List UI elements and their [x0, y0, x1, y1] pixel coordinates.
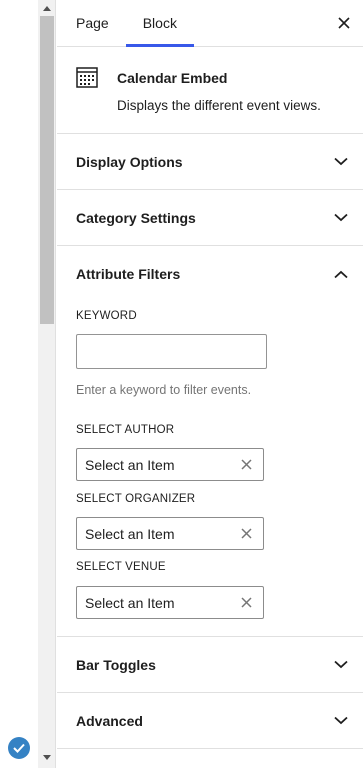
chevron-down-icon [333, 210, 349, 226]
venue-label: SELECT VENUE [76, 561, 166, 573]
organizer-select[interactable]: Select an Item [76, 517, 264, 550]
keyword-help-text: Enter a keyword to filter events. [76, 383, 252, 397]
clear-icon[interactable] [239, 458, 253, 472]
section-title: Category Settings [76, 209, 196, 226]
venue-select[interactable]: Select an Item [76, 586, 264, 619]
author-select[interactable]: Select an Item [76, 448, 264, 481]
tab-page[interactable]: Page [57, 0, 126, 46]
close-icon[interactable] [333, 12, 355, 34]
keyword-input[interactable] [76, 334, 267, 369]
calendar-icon [76, 66, 98, 93]
clear-icon[interactable] [239, 527, 253, 541]
chevron-up-icon [333, 266, 349, 282]
organizer-select-value: Select an Item [85, 525, 175, 542]
section-title: Attribute Filters [76, 266, 181, 282]
keyword-label: KEYWORD [76, 310, 137, 322]
organizer-label: SELECT ORGANIZER [76, 493, 196, 505]
section-title: Bar Toggles [76, 656, 156, 673]
clear-icon[interactable] [239, 596, 253, 610]
chevron-down-icon [333, 657, 349, 673]
block-description: Displays the different event views. [117, 98, 321, 113]
panel-advanced[interactable]: Advanced [57, 693, 363, 749]
panel-bar-toggles[interactable]: Bar Toggles [57, 637, 363, 693]
scrollbar-thumb[interactable] [40, 16, 54, 324]
venue-select-value: Select an Item [85, 594, 175, 611]
block-card [57, 47, 363, 134]
tab-block[interactable]: Block [125, 0, 195, 47]
check-icon[interactable] [8, 737, 30, 759]
chevron-down-icon [333, 713, 349, 729]
scrollbar[interactable] [38, 0, 56, 768]
scroll-up-icon[interactable] [38, 2, 56, 14]
block-title: Calendar Embed [117, 70, 228, 86]
section-title: Display Options [76, 153, 183, 170]
left-gutter [0, 0, 38, 768]
section-title: Advanced [76, 712, 143, 729]
settings-sidebar: Page Block Calendar Embed Displays the d… [57, 0, 363, 768]
scroll-down-icon[interactable] [38, 752, 56, 764]
panel-attribute-filters: Attribute Filters KEYWORD Enter a keywor… [57, 246, 363, 637]
panel-category-settings[interactable]: Category Settings [57, 190, 363, 246]
panel-display-options[interactable]: Display Options [57, 134, 363, 190]
chevron-down-icon [333, 154, 349, 170]
attribute-filters-header[interactable]: Attribute Filters [57, 246, 363, 302]
author-select-value: Select an Item [85, 456, 175, 473]
sidebar-tabs: Page Block [57, 0, 363, 47]
author-label: SELECT AUTHOR [76, 424, 175, 436]
